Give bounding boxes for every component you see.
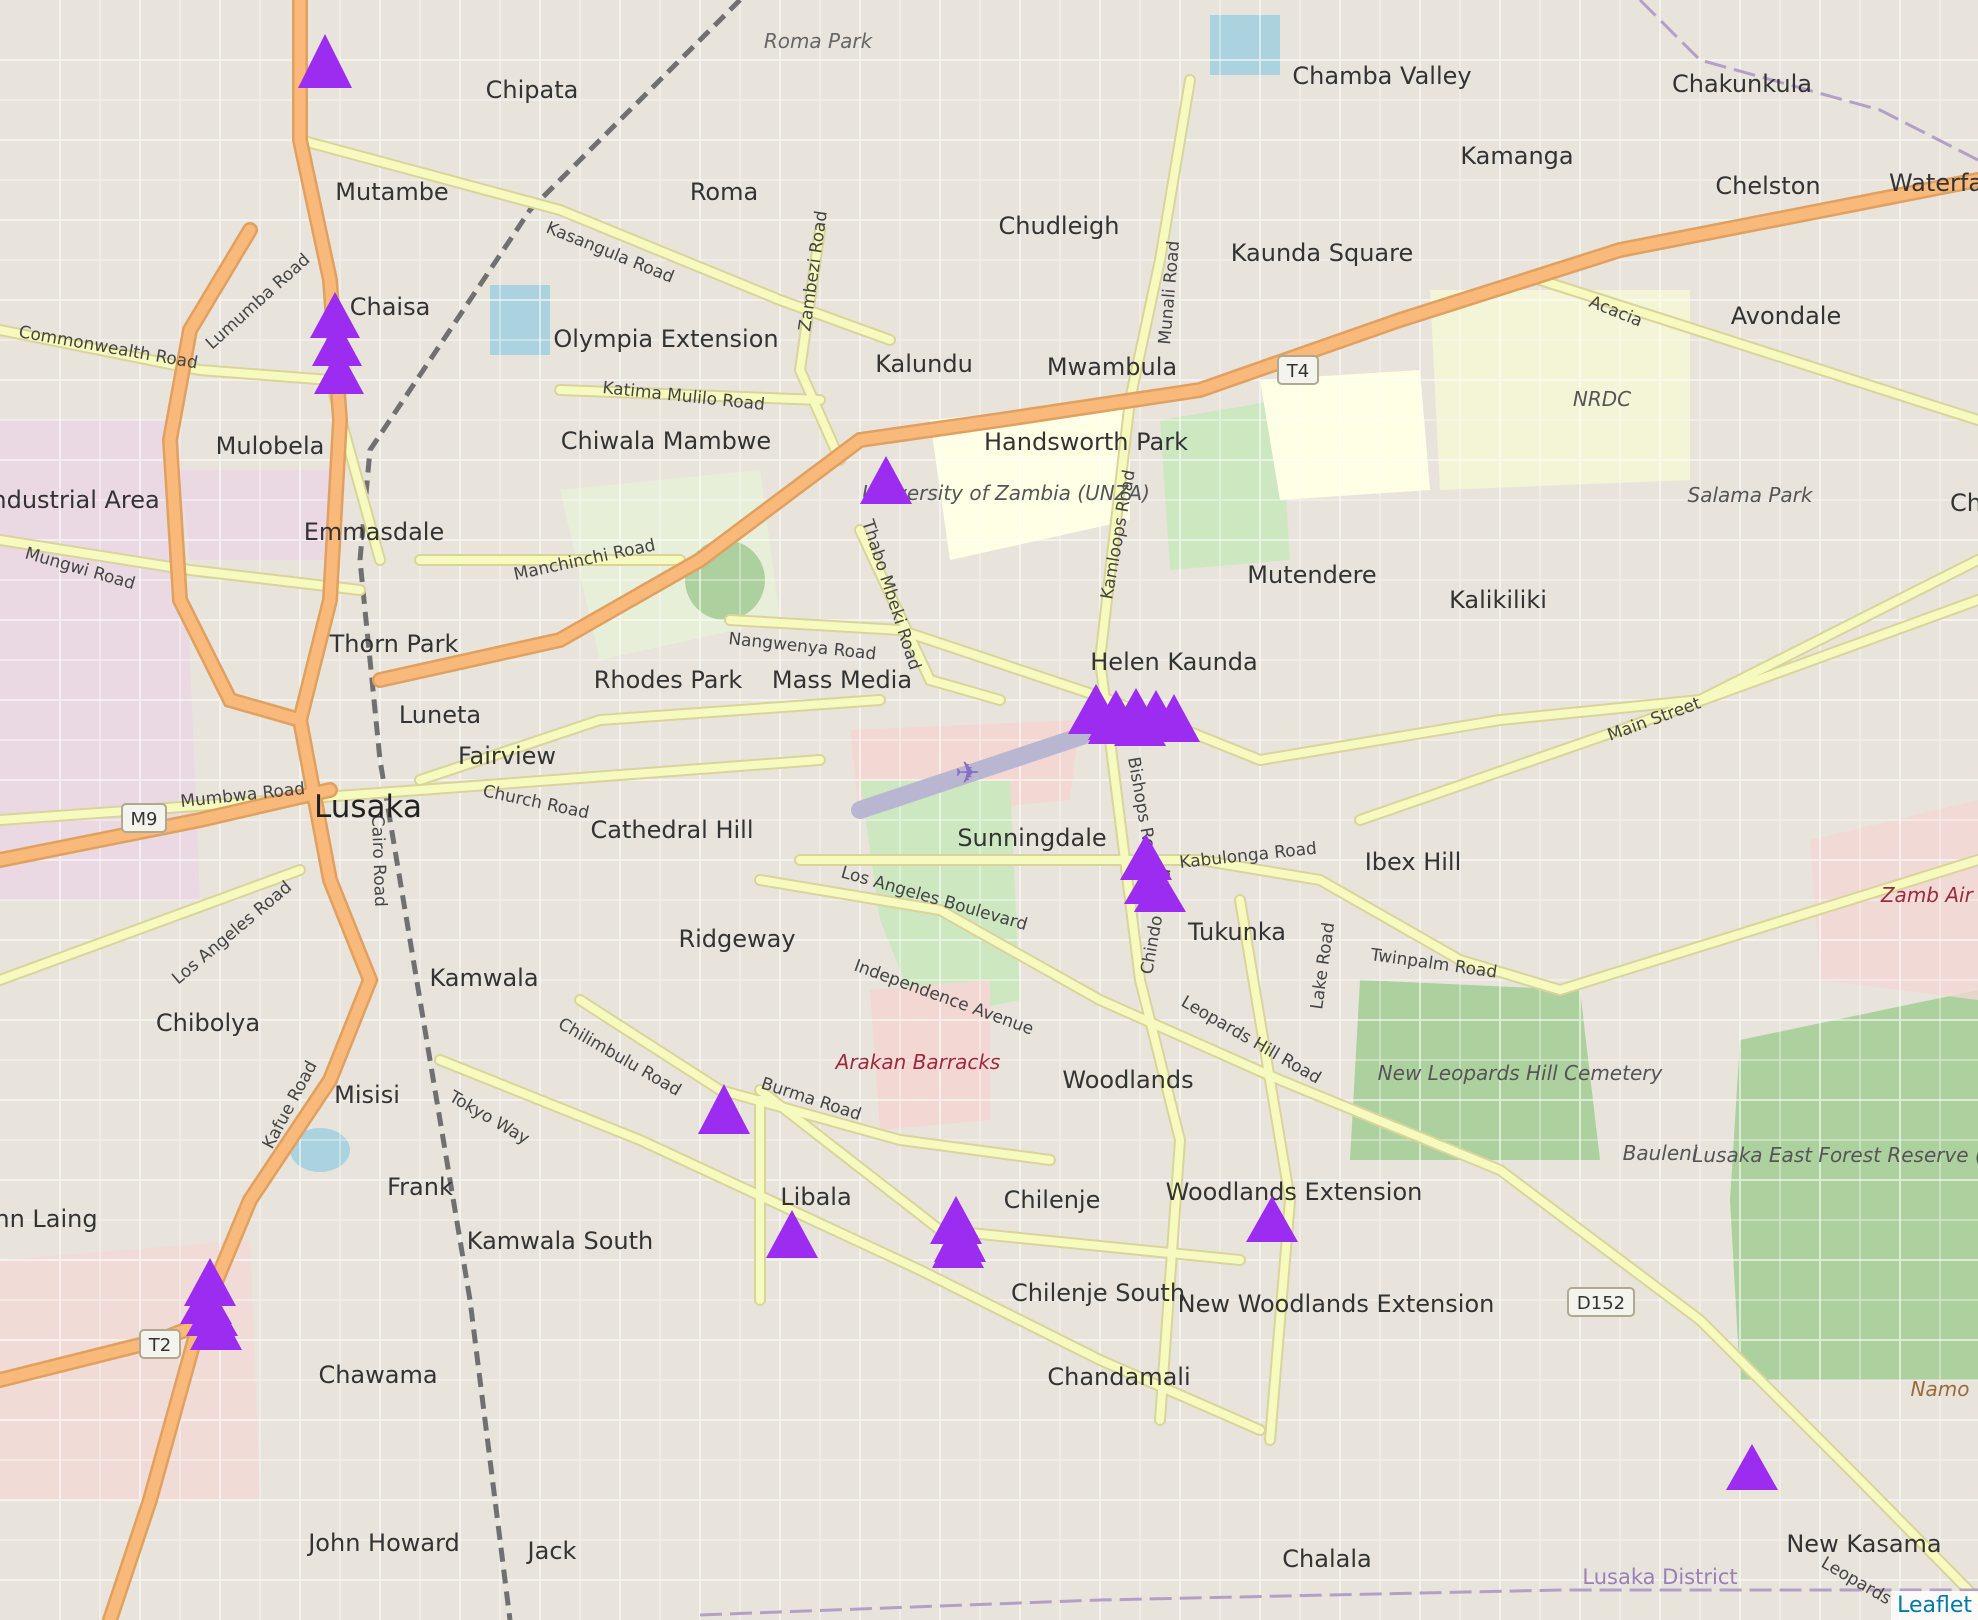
area-label: Zamb Air For [1880,883,1978,907]
neighbourhood-label: Kamwala South [467,1227,654,1255]
neighbourhood-label: Mwambula [1047,353,1177,381]
neighbourhood-label: Ridgeway [678,925,795,953]
route-shield-t4: T4 [1286,361,1309,382]
neighbourhood-label: John Howard [306,1529,460,1557]
neighbourhood-label: Rhodes Park [594,666,743,694]
neighbourhood-label: Chipata [486,76,579,104]
neighbourhood-label: Woodlands [1062,1066,1193,1094]
neighbourhood-label: Fairview [458,742,556,770]
neighbourhood-label: Jack [526,1537,577,1565]
neighbourhood-label: Chibolya [156,1009,260,1037]
neighbourhood-label: New Kasama [1786,1530,1941,1558]
route-shield-t2: T2 [148,1335,171,1356]
neighbourhood-label: Industrial Area [0,486,160,514]
neighbourhood-label: Libala [780,1183,851,1211]
area-label: Arakan Barracks [834,1050,1001,1074]
neighbourhood-label: Kalundu [875,350,973,378]
neighbourhood-label: Avondale [1731,302,1841,330]
neighbourhood-label: Chawama [318,1361,437,1389]
neighbourhood-label: Kaunda Square [1231,239,1414,267]
area-label: Namo [1911,1377,1970,1401]
neighbourhood-label: Luneta [399,701,481,729]
neighbourhood-label: Kamanga [1460,142,1573,170]
neighbourhood-label: Chamba Valley [1292,62,1471,90]
neighbourhood-label: Chakunkula [1672,70,1812,98]
neighbourhood-label: Roma Park [764,29,874,53]
neighbourhood-label: Woodlands Extension [1166,1178,1423,1206]
neighbourhood-label: Chelston [1715,172,1820,200]
neighbourhood-label: Chilenje South [1011,1279,1185,1307]
map-tiles: ✈ T4 M9 T2 D152 Kasangula Road Lumumba R… [0,0,1978,1620]
neighbourhood-label: Handsworth Park [984,428,1188,456]
neighbourhood-label: Misisi [334,1081,400,1109]
area-label: Lusaka East Forest Reserve (approxim [1692,1143,1978,1167]
neighbourhood-label: Mulobela [216,432,325,460]
map-container[interactable]: ✈ T4 M9 T2 D152 Kasangula Road Lumumba R… [0,0,1978,1620]
neighbourhood-label: Mutambe [335,178,448,206]
neighbourhood-label: Chiwala Mambwe [561,427,771,455]
area-label: New Leopards Hill Cemetery [1378,1061,1664,1085]
neighbourhood-label: Roma [690,178,758,206]
attribution-bar: Leaflet [1891,1591,1978,1620]
neighbourhood-label: Ch [1950,489,1978,517]
neighbourhood-label: Sunningdale [957,824,1106,852]
neighbourhood-label: Mass Media [772,666,912,694]
neighbourhood-label: Helen Kaunda [1090,648,1257,676]
route-shield-d152: D152 [1577,1293,1625,1314]
leaflet-attribution-link[interactable]: Leaflet [1897,1593,1972,1618]
neighbourhood-label: Tukunka [1187,918,1286,946]
neighbourhood-label: Chaisa [350,293,431,321]
neighbourhood-label: New Woodlands Extension [1178,1290,1495,1318]
neighbourhood-label: Mutendere [1247,561,1376,589]
neighbourhood-label: Waterfa [1889,169,1978,197]
area-label: Bauleni [1623,1141,1698,1165]
city-label: Lusaka [314,789,422,825]
district-label: Lusaka District [1582,1565,1737,1589]
route-shield-m9: M9 [131,809,158,830]
neighbourhood-label: Ibex Hill [1365,848,1462,876]
svg-text:✈: ✈ [955,756,980,791]
area-label: NRDC [1573,387,1631,411]
neighbourhood-label: Thorn Park [329,630,459,658]
area-label: Salama Park [1688,483,1814,507]
neighbourhood-label: Olympia Extension [553,325,778,353]
neighbourhood-label: Emmasdale [304,518,445,546]
road-label: Cairo Road [367,814,390,907]
neighbourhood-label: Frank [387,1173,453,1201]
neighbourhood-label: Chandamali [1047,1363,1190,1391]
neighbourhood-label: Kalikiliki [1449,586,1547,614]
neighbourhood-label: Cathedral Hill [590,816,753,844]
neighbourhood-label: Chilenje [1004,1186,1101,1214]
neighbourhood-label: hn Laing [0,1205,98,1233]
neighbourhood-label: Chudleigh [999,212,1120,240]
neighbourhood-label: Kamwala [429,964,538,992]
neighbourhood-label: Chalala [1282,1545,1371,1573]
